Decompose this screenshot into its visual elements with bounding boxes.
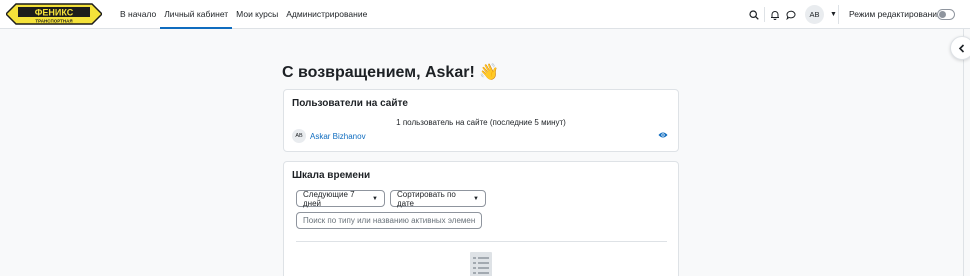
timeline-filter-dropdown[interactable]: Следующие 7 дней ▼ (296, 189, 385, 208)
nav-link-admin[interactable]: Администрирование (282, 0, 371, 29)
timeline-search-input[interactable] (296, 212, 482, 229)
toggle-knob (939, 11, 946, 18)
logo-text: ФЕНИКС (35, 8, 74, 18)
chevron-down-icon: ▼ (473, 195, 479, 202)
dropdown-label: Сортировать по дате (397, 189, 456, 208)
eye-icon[interactable] (658, 131, 668, 139)
nav-divider (838, 5, 839, 24)
block-title: Шкала времени (292, 170, 371, 181)
edit-mode-toggle[interactable] (937, 9, 955, 20)
chevron-down-icon: ▼ (830, 11, 837, 18)
message-icon[interactable] (784, 8, 797, 21)
chevron-down-icon: ▼ (372, 195, 378, 202)
list-item: AB Askar Bizhanov (292, 129, 366, 143)
nav-link-dashboard[interactable]: Личный кабинет (160, 0, 233, 29)
avatar: AB (805, 5, 824, 24)
site-logo[interactable]: ФЕНИКС ТРАНСПОРТНАЯ (6, 3, 102, 25)
bell-icon[interactable] (768, 8, 781, 21)
chevron-left-icon (958, 43, 965, 53)
logo-subtext: ТРАНСПОРТНАЯ (35, 19, 72, 24)
primary-nav: В начало Личный кабинет Мои курсы Админи… (116, 0, 371, 29)
top-navbar: ФЕНИКС ТРАНСПОРТНАЯ В начало Личный каби… (0, 0, 970, 29)
online-users-block: Пользователи на сайте 1 пользователь на … (283, 89, 679, 152)
open-drawer-button[interactable] (950, 36, 970, 60)
nav-divider (764, 7, 765, 22)
online-count-text: 1 пользователь на сайте (последние 5 мин… (396, 118, 566, 127)
user-menu[interactable]: AB ▼ (805, 5, 837, 24)
block-title: Пользователи на сайте (292, 98, 408, 109)
nav-link-home[interactable]: В начало (116, 0, 160, 29)
divider (296, 241, 667, 242)
dropdown-label: Следующие 7 дней (303, 189, 355, 208)
empty-document-icon (470, 252, 492, 276)
drawer-border (963, 29, 964, 276)
timeline-sort-dropdown[interactable]: Сортировать по дате ▼ (390, 189, 486, 208)
edit-mode-label: Режим редактирования (849, 9, 942, 19)
avatar: AB (292, 129, 306, 143)
timeline-block: Шкала времени Следующие 7 дней ▼ Сортиро… (283, 161, 679, 276)
search-icon[interactable] (747, 8, 760, 21)
page-title: С возвращением, Askar! 👋 (282, 64, 500, 81)
user-profile-link[interactable]: Askar Bizhanov (310, 132, 366, 141)
nav-link-my-courses[interactable]: Мои курсы (232, 0, 282, 29)
